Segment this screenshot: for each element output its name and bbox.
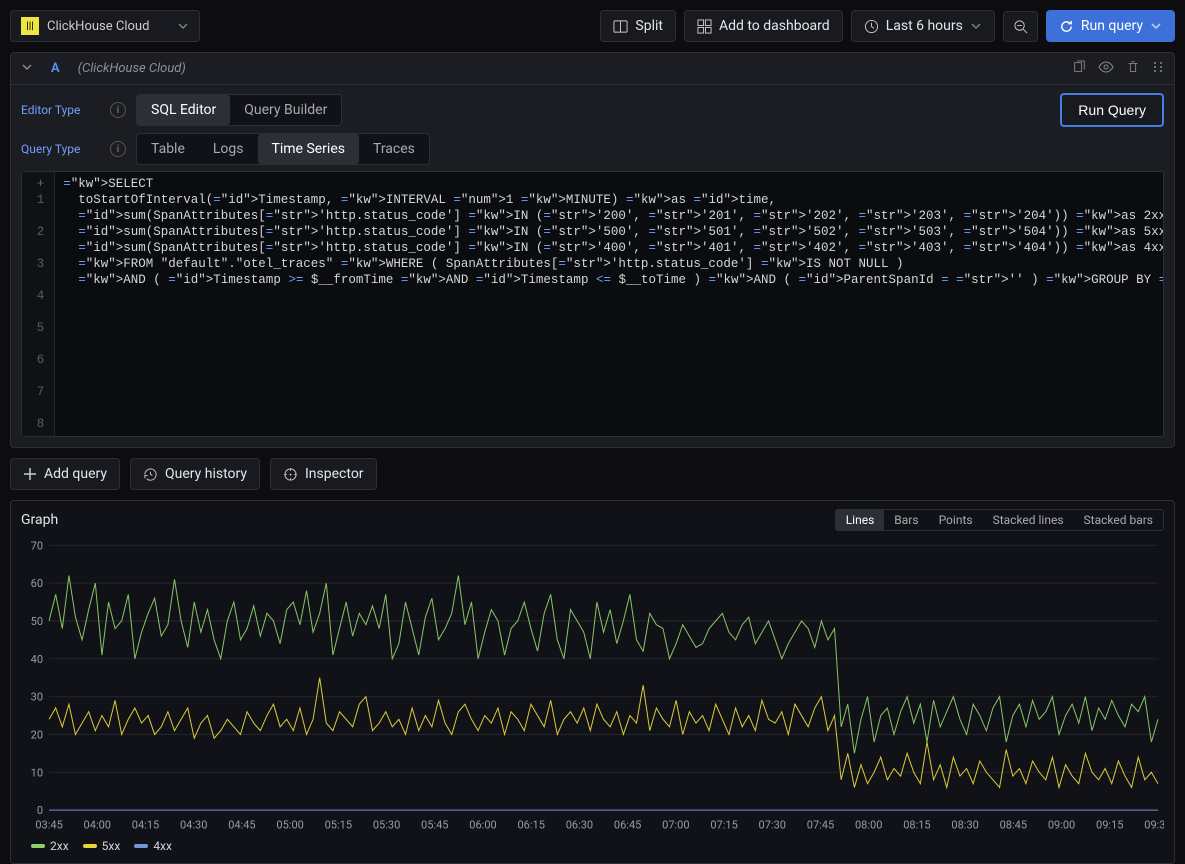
svg-text:50: 50 xyxy=(31,615,43,628)
toggle-visibility-icon[interactable] xyxy=(1098,60,1114,78)
svg-text:06:45: 06:45 xyxy=(614,819,641,832)
add-to-dashboard-button[interactable]: Add to dashboard xyxy=(684,10,843,42)
svg-text:09:30: 09:30 xyxy=(1144,819,1164,832)
zoom-out-icon xyxy=(1013,19,1028,34)
query-row-header: A (ClickHouse Cloud) xyxy=(11,53,1174,85)
run-query-inline-button[interactable]: Run Query xyxy=(1060,93,1164,127)
svg-text:05:45: 05:45 xyxy=(421,819,448,832)
copy-query-icon[interactable] xyxy=(1072,60,1086,78)
query-row-title: (ClickHouse Cloud) xyxy=(78,61,186,76)
svg-text:08:45: 08:45 xyxy=(1000,819,1027,832)
graph-panel: Graph LinesBarsPointsStacked linesStacke… xyxy=(10,500,1175,864)
viz-lines[interactable]: Lines xyxy=(836,510,885,530)
svg-text:30: 30 xyxy=(31,691,43,704)
clock-icon xyxy=(864,19,879,34)
svg-text:05:00: 05:00 xyxy=(276,819,303,832)
plus-icon xyxy=(23,467,37,481)
zoom-out-button[interactable] xyxy=(1003,11,1038,42)
query-actions-bar: Add query Query history Inspector xyxy=(10,458,1175,490)
svg-text:06:30: 06:30 xyxy=(566,819,593,832)
legend-item[interactable]: 5xx xyxy=(83,839,121,853)
info-icon[interactable]: i xyxy=(110,141,126,157)
delete-query-icon[interactable] xyxy=(1126,60,1140,78)
svg-text:04:30: 04:30 xyxy=(180,819,207,832)
panel-title: Graph xyxy=(21,512,58,528)
clickhouse-logo-icon: ||| xyxy=(21,17,39,35)
svg-text:05:15: 05:15 xyxy=(325,819,352,832)
query-row-a: A (ClickHouse Cloud) Editor Type i SQL E… xyxy=(10,52,1175,448)
svg-text:04:15: 04:15 xyxy=(132,819,159,832)
svg-text:08:15: 08:15 xyxy=(903,819,930,832)
svg-text:04:45: 04:45 xyxy=(228,819,255,832)
svg-text:04:00: 04:00 xyxy=(84,819,111,832)
svg-text:20: 20 xyxy=(31,728,43,741)
svg-text:10: 10 xyxy=(31,766,43,779)
svg-text:07:15: 07:15 xyxy=(710,819,737,832)
query-ref-id[interactable]: A xyxy=(43,59,68,78)
query-type-traces[interactable]: Traces xyxy=(359,134,429,164)
chevron-down-icon xyxy=(1150,20,1162,32)
svg-text:07:30: 07:30 xyxy=(759,819,786,832)
svg-text:09:15: 09:15 xyxy=(1096,819,1123,832)
collapse-toggle[interactable] xyxy=(21,61,33,77)
viz-stacked-bars[interactable]: Stacked bars xyxy=(1074,510,1163,530)
viz-type-group: LinesBarsPointsStacked linesStacked bars xyxy=(835,509,1164,531)
svg-text:70: 70 xyxy=(31,539,43,552)
chevron-down-icon xyxy=(177,20,189,32)
sql-editor[interactable]: + 1 2 3 4 5 6 7 8 ="kw">SELECT toStartOf… xyxy=(21,171,1164,437)
info-icon[interactable]: i xyxy=(110,102,126,118)
query-type-time-series[interactable]: Time Series xyxy=(258,134,359,164)
add-query-button[interactable]: Add query xyxy=(10,458,120,490)
datasource-name: ClickHouse Cloud xyxy=(47,19,149,34)
query-history-button[interactable]: Query history xyxy=(130,458,260,490)
inspector-icon xyxy=(283,467,298,482)
editor-type-group: SQL EditorQuery Builder xyxy=(136,94,342,126)
query-type-table[interactable]: Table xyxy=(137,134,199,164)
query-type-logs[interactable]: Logs xyxy=(199,134,258,164)
svg-text:06:15: 06:15 xyxy=(517,819,544,832)
topbar: ||| ClickHouse Cloud Split Add to dashbo… xyxy=(0,0,1185,52)
legend: 2xx 5xx 4xx xyxy=(21,839,1164,853)
svg-text:0: 0 xyxy=(37,804,43,817)
datasource-picker[interactable]: ||| ClickHouse Cloud xyxy=(10,10,200,42)
refresh-icon xyxy=(1059,19,1074,34)
viz-points[interactable]: Points xyxy=(929,510,983,530)
time-range-picker[interactable]: Last 6 hours xyxy=(851,10,995,42)
editor-type-query-builder[interactable]: Query Builder xyxy=(230,95,341,125)
split-button[interactable]: Split xyxy=(600,10,676,42)
svg-text:05:30: 05:30 xyxy=(373,819,400,832)
run-query-button[interactable]: Run query xyxy=(1046,10,1175,42)
split-icon xyxy=(613,19,628,34)
svg-text:03:45: 03:45 xyxy=(35,819,62,832)
query-type-label: Query Type i xyxy=(21,141,136,157)
legend-item[interactable]: 2xx xyxy=(31,839,69,853)
query-type-group: TableLogsTime SeriesTraces xyxy=(136,133,430,165)
svg-text:40: 40 xyxy=(31,653,43,666)
svg-text:06:00: 06:00 xyxy=(469,819,496,832)
chevron-down-icon xyxy=(21,61,33,73)
editor-type-sql-editor[interactable]: SQL Editor xyxy=(137,95,230,125)
chart[interactable]: 0 10 20 30 40 50 60 70 03:45 04:00 04:15 04:30 04:45… xyxy=(21,537,1164,837)
drag-handle-icon[interactable] xyxy=(1152,60,1164,78)
history-icon xyxy=(143,467,158,482)
svg-text:07:45: 07:45 xyxy=(807,819,834,832)
legend-item[interactable]: 4xx xyxy=(134,839,172,853)
chevron-down-icon xyxy=(970,20,982,32)
viz-bars[interactable]: Bars xyxy=(884,510,928,530)
svg-text:08:30: 08:30 xyxy=(951,819,978,832)
svg-text:07:00: 07:00 xyxy=(662,819,689,832)
dashboard-icon xyxy=(697,19,712,34)
svg-text:09:00: 09:00 xyxy=(1048,819,1075,832)
viz-stacked-lines[interactable]: Stacked lines xyxy=(983,510,1074,530)
svg-text:60: 60 xyxy=(31,577,43,590)
svg-text:08:00: 08:00 xyxy=(855,819,882,832)
inspector-button[interactable]: Inspector xyxy=(270,458,377,490)
editor-type-label: Editor Type i xyxy=(21,102,136,118)
